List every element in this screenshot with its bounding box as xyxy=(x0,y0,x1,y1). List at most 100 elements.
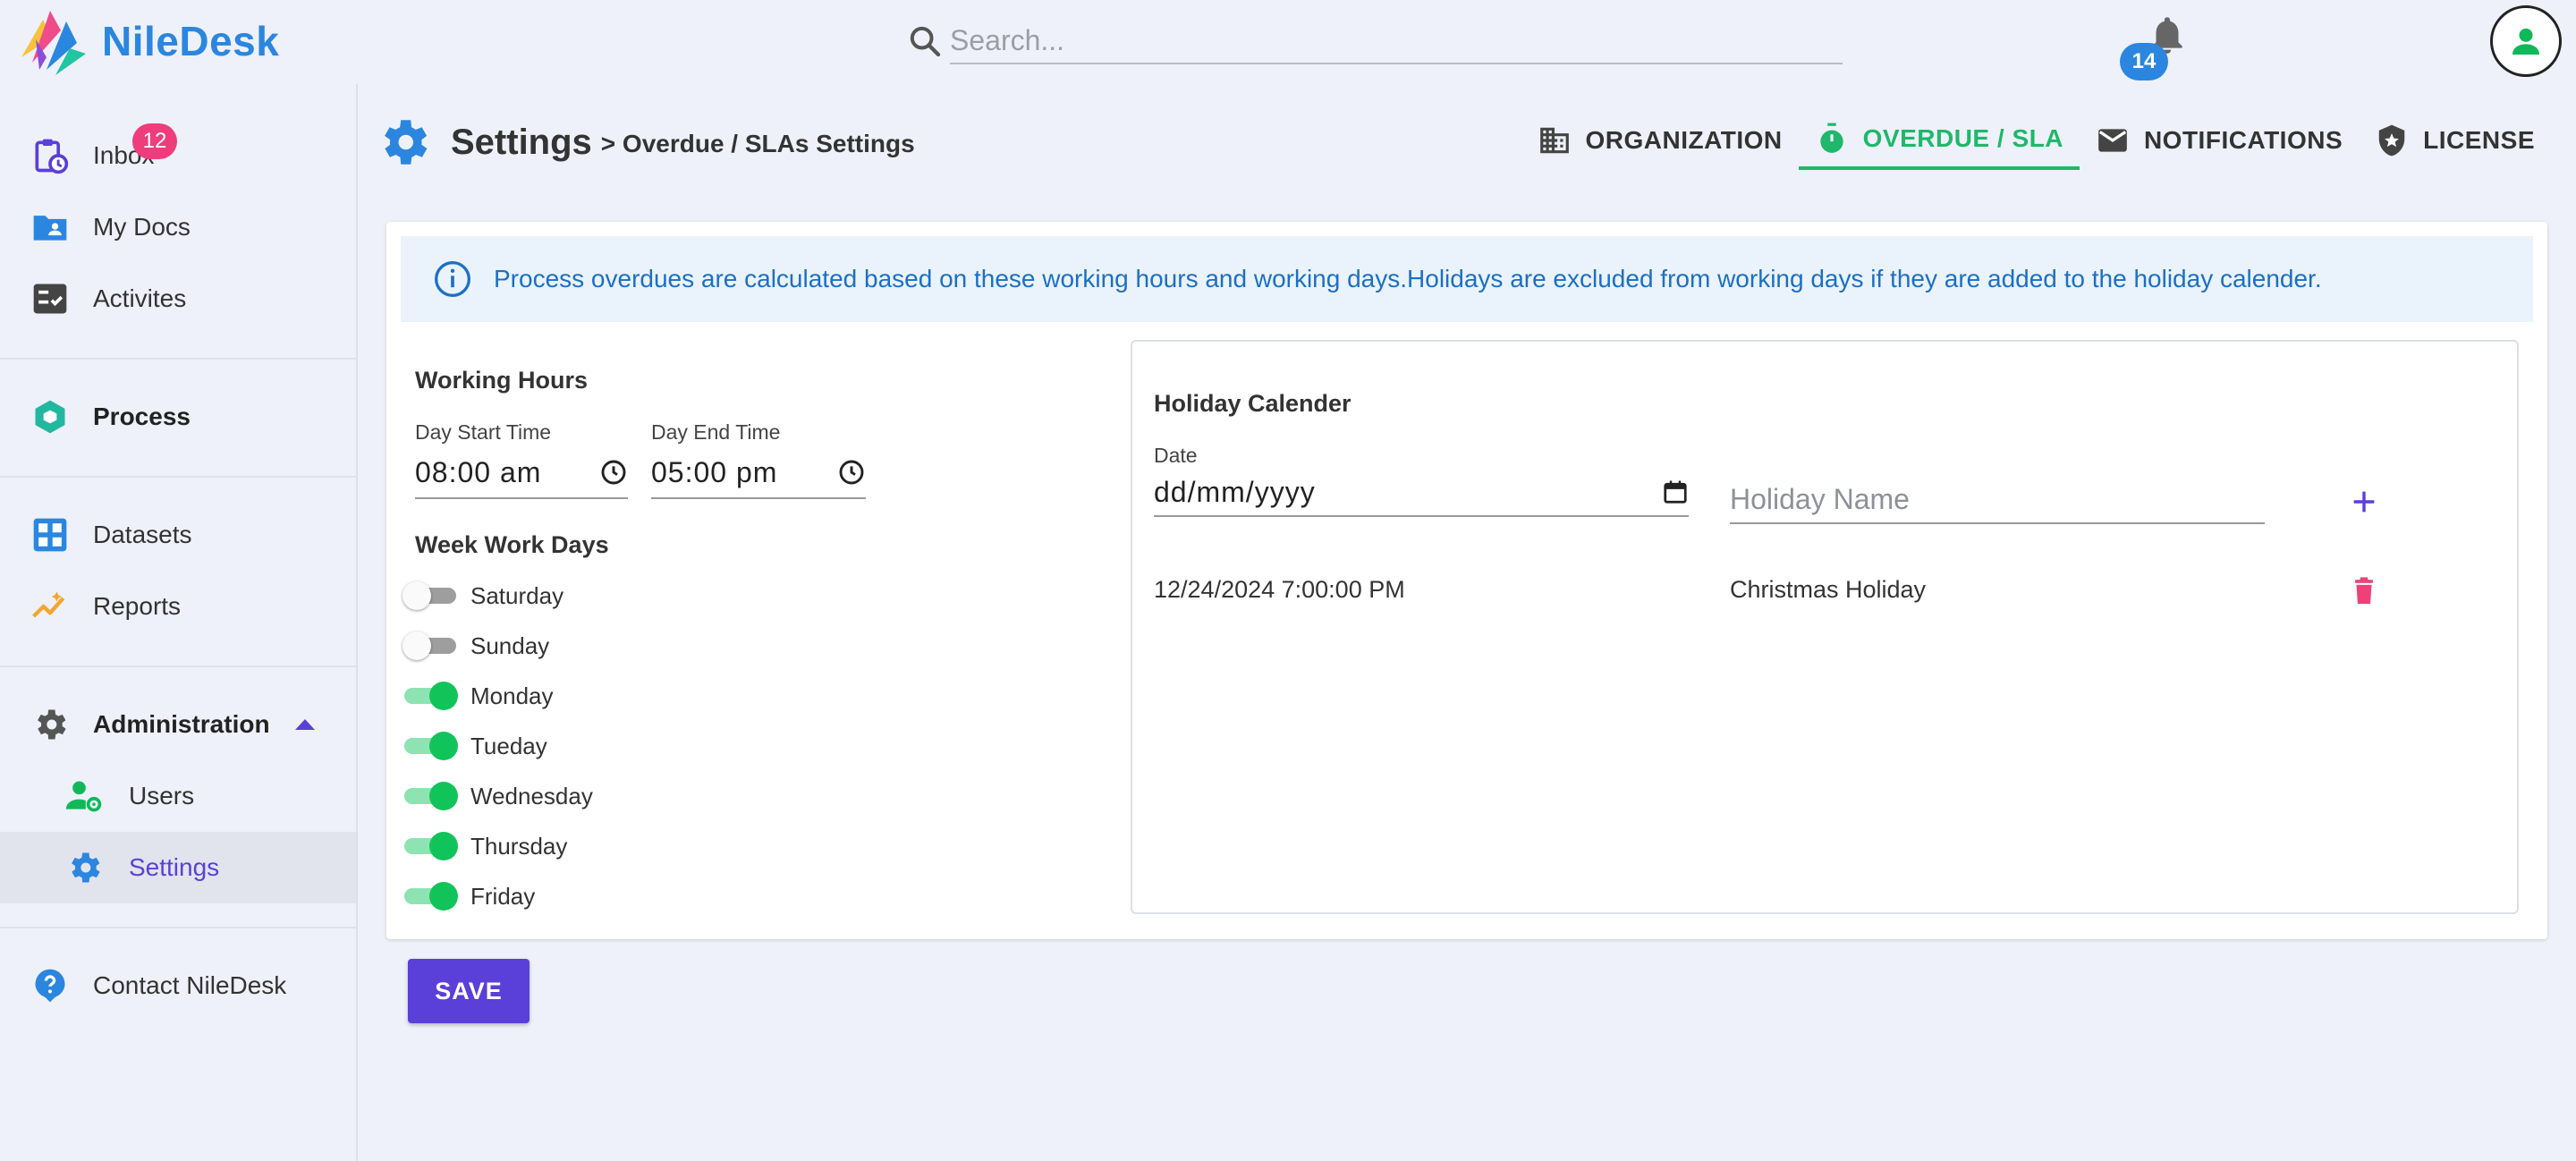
calendar-icon[interactable] xyxy=(1662,479,1689,505)
holiday-date-input[interactable]: dd/mm/yyyy xyxy=(1154,469,1689,517)
date-placeholder: dd/mm/yyyy xyxy=(1154,475,1316,508)
sidebar-item-contact[interactable]: Contact NileDesk xyxy=(0,950,356,1021)
sidebar-item-activities[interactable]: Activites xyxy=(0,263,356,335)
weekday-toggle[interactable] xyxy=(402,828,458,864)
top-bar: NileDesk 14 xyxy=(0,0,2576,84)
weekday-label: Wednesday xyxy=(470,782,593,809)
settings-tabs: ORGANIZATION OVERDUE / SLA NOTIFICATIONS… xyxy=(1521,111,2552,174)
tab-license[interactable]: LICENSE xyxy=(2359,111,2551,170)
weekday-row: Sunday xyxy=(402,621,549,671)
app-logo[interactable]: NileDesk xyxy=(14,4,279,79)
sidebar-item-datasets[interactable]: Datasets xyxy=(0,499,356,571)
shield-star-icon xyxy=(2378,124,2405,157)
page-header: Settings > Overdue / SLAs Settings xyxy=(374,111,915,174)
process-cube-icon xyxy=(35,400,65,434)
weekday-label: Sunday xyxy=(470,631,550,659)
settings-card: Process overdues are calculated based on… xyxy=(386,222,2547,939)
folder-shared-icon xyxy=(33,216,67,241)
tab-overdue-sla[interactable]: OVERDUE / SLA xyxy=(1798,111,2080,170)
settings-gear-icon xyxy=(385,120,428,165)
weekday-label: Friday xyxy=(470,882,536,910)
sidebar-item-users[interactable]: Users xyxy=(0,760,356,832)
grid-icon xyxy=(33,518,67,552)
mail-icon xyxy=(2098,129,2127,152)
weekday-row: Thursday xyxy=(402,821,567,871)
insights-icon xyxy=(32,591,65,618)
user-avatar-button[interactable] xyxy=(2490,5,2562,77)
clock-icon[interactable] xyxy=(599,458,628,487)
weekday-row: Monday xyxy=(402,671,554,721)
weekday-row: Friday xyxy=(402,871,535,921)
weekday-row: Tueday xyxy=(402,721,547,771)
save-button[interactable]: SAVE xyxy=(408,959,530,1023)
gear-icon xyxy=(38,709,66,740)
chevron-up-icon[interactable] xyxy=(295,719,315,730)
holiday-calendar-title: Holiday Calender xyxy=(1154,390,1352,417)
date-label: Date xyxy=(1154,444,1198,467)
sidebar-item-administration[interactable]: Administration xyxy=(0,689,356,760)
weekday-label: Monday xyxy=(470,682,554,709)
help-icon xyxy=(35,969,65,1003)
sidebar-item-my-docs[interactable]: My Docs xyxy=(0,191,356,263)
add-holiday-icon[interactable] xyxy=(2349,487,2379,517)
info-text: Process overdues are calculated based on… xyxy=(494,265,2322,292)
sidebar-divider xyxy=(0,476,356,478)
sidebar-item-label: Reports xyxy=(93,592,182,620)
search-input[interactable] xyxy=(950,18,1843,64)
day-end-time-input[interactable]: 05:00 pm xyxy=(651,447,866,499)
tab-label: NOTIFICATIONS xyxy=(2143,126,2343,154)
weekday-toggle[interactable] xyxy=(402,678,458,714)
weekday-label: Tueday xyxy=(470,732,547,759)
sidebar-item-label: Process xyxy=(93,403,191,430)
sidebar-item-label: Users xyxy=(129,782,195,809)
gear-icon xyxy=(72,852,100,883)
sidebar-item-label: My Docs xyxy=(93,213,191,241)
sidebar-item-label: Datasets xyxy=(93,521,192,548)
day-end-value: 05:00 pm xyxy=(651,455,778,488)
day-start-label: Day Start Time xyxy=(415,420,552,444)
sidebar-item-reports[interactable]: Reports xyxy=(0,571,356,642)
sidebar-item-label: Settings xyxy=(129,853,220,881)
sidebar-item-label: Administration xyxy=(93,710,270,738)
delete-icon[interactable] xyxy=(2349,574,2379,608)
day-end-label: Day End Time xyxy=(651,420,781,444)
weekday-row: Wednesday xyxy=(402,771,593,821)
sidebar-item-process[interactable]: Process xyxy=(0,381,356,453)
tab-notifications[interactable]: NOTIFICATIONS xyxy=(2080,111,2359,170)
user-gear-icon xyxy=(65,781,102,812)
app-name: NileDesk xyxy=(102,18,280,64)
tab-label: ORGANIZATION xyxy=(1585,126,1783,154)
weekday-toggle[interactable] xyxy=(402,578,458,614)
tab-label: OVERDUE / SLA xyxy=(1862,124,2063,152)
search-icon xyxy=(910,26,941,57)
inbox-clipboard-icon xyxy=(35,139,69,174)
logo-icon xyxy=(21,11,86,75)
info-alert: Process overdues are calculated based on… xyxy=(401,236,2533,322)
info-icon xyxy=(435,261,470,297)
tab-label: LICENSE xyxy=(2423,126,2535,154)
holiday-name-input[interactable] xyxy=(1730,476,2265,524)
holiday-row-name: Christmas Holiday xyxy=(1730,576,1927,603)
weekday-toggle[interactable] xyxy=(402,778,458,814)
day-start-time-input[interactable]: 08:00 am xyxy=(415,447,628,499)
weekday-toggle[interactable] xyxy=(402,728,458,764)
sidebar: Inbox 12 My Docs Activites Process Datas… xyxy=(0,84,358,1161)
notification-count-badge: 14 xyxy=(2120,43,2168,81)
day-start-value: 08:00 am xyxy=(415,455,542,488)
week-work-days-title: Week Work Days xyxy=(415,531,609,558)
building-icon xyxy=(1539,127,1569,154)
clock-icon[interactable] xyxy=(837,458,866,487)
sidebar-divider xyxy=(0,358,356,360)
weekday-label: Saturday xyxy=(470,581,564,609)
sidebar-item-inbox[interactable]: Inbox 12 xyxy=(0,120,356,191)
sidebar-divider xyxy=(0,665,356,667)
working-hours-title: Working Hours xyxy=(415,367,589,394)
weekday-toggle[interactable] xyxy=(402,628,458,664)
search-bar xyxy=(907,16,1843,66)
sidebar-item-label: Contact NileDesk xyxy=(93,971,287,999)
inbox-count-badge: 12 xyxy=(132,123,177,159)
weekday-row: Saturday xyxy=(402,571,564,621)
tab-organization[interactable]: ORGANIZATION xyxy=(1521,111,1799,170)
sidebar-item-settings[interactable]: Settings xyxy=(0,832,356,903)
weekday-toggle[interactable] xyxy=(402,878,458,914)
